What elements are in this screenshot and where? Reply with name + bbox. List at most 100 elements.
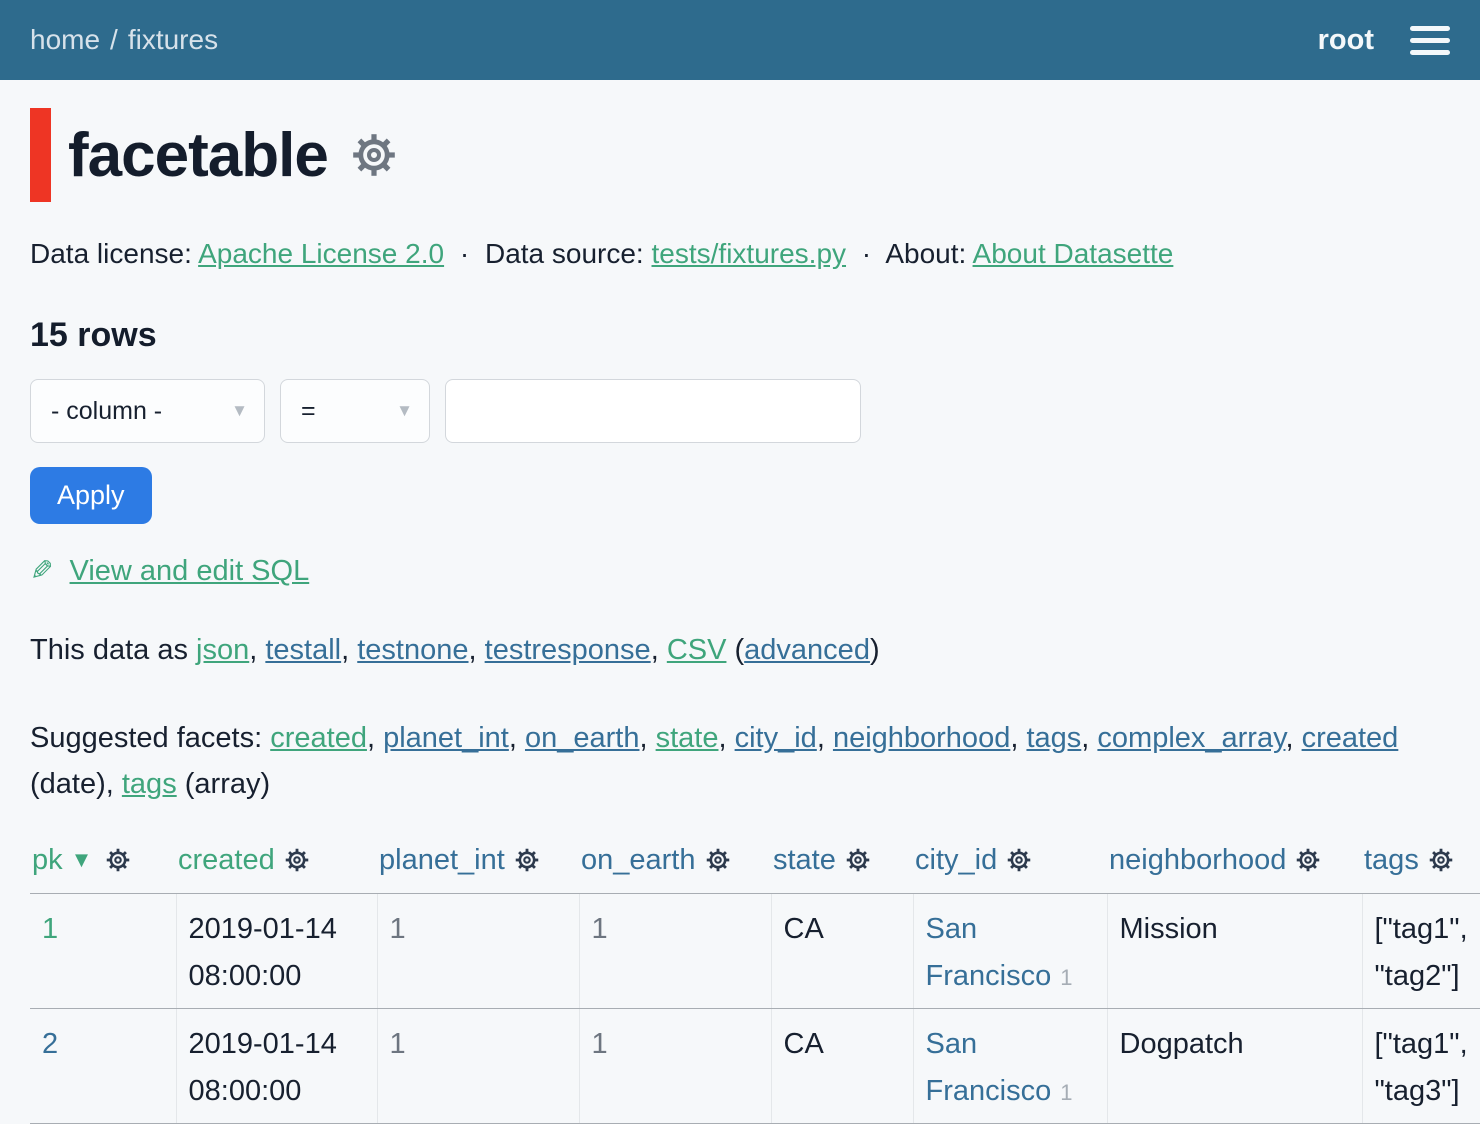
cell-planet-int: 1 bbox=[377, 893, 579, 1008]
page-title: facetable bbox=[68, 120, 328, 191]
column-gear-icon[interactable] bbox=[284, 847, 310, 881]
column-gear-icon[interactable] bbox=[105, 847, 131, 881]
table-header-row: pk ▼ created planet_int on_earth state ci… bbox=[30, 844, 1480, 894]
about-label: About: bbox=[885, 238, 966, 269]
cell-city-id: San Francisco 1 bbox=[913, 893, 1107, 1008]
filter-operator-selected-value: = bbox=[301, 397, 316, 426]
column-header-pk-link[interactable]: pk bbox=[32, 844, 63, 876]
page-title-row: facetable bbox=[30, 108, 1450, 202]
sql-edit-row: ✎ View and edit SQL bbox=[30, 554, 1450, 588]
meta-separator: · bbox=[862, 238, 871, 269]
city-id-number: 1 bbox=[1060, 965, 1072, 990]
breadcrumb-separator: / bbox=[110, 24, 118, 55]
cell-tags: ["tag1", "tag3"] bbox=[1362, 1008, 1480, 1123]
title-accent-bar bbox=[30, 108, 51, 202]
hamburger-menu-icon[interactable] bbox=[1410, 22, 1450, 59]
filter-column-selected-value: - column - bbox=[51, 397, 162, 426]
pencil-icon: ✎ bbox=[30, 554, 53, 587]
city-id-number: 1 bbox=[1060, 1080, 1072, 1105]
meta-separator: · bbox=[460, 238, 469, 269]
column-header-neighborhood: neighborhood bbox=[1107, 844, 1362, 894]
column-header-on-earth: on_earth bbox=[579, 844, 771, 894]
export-link-csv[interactable]: CSV bbox=[667, 634, 727, 666]
table-settings-gear-icon[interactable] bbox=[350, 131, 398, 179]
cell-pk: 1 bbox=[30, 893, 176, 1008]
city-link[interactable]: San Francisco bbox=[926, 1028, 1052, 1107]
breadcrumb-home-link[interactable]: home bbox=[30, 24, 100, 55]
source-link[interactable]: tests/fixtures.py bbox=[652, 238, 847, 269]
source-label: Data source: bbox=[485, 238, 644, 269]
column-gear-icon[interactable] bbox=[1428, 847, 1454, 881]
view-edit-sql-link[interactable]: View and edit SQL bbox=[70, 555, 310, 587]
filter-value-input[interactable] bbox=[445, 379, 861, 443]
column-gear-icon[interactable] bbox=[1006, 847, 1032, 881]
export-link-json[interactable]: json bbox=[196, 634, 249, 666]
column-gear-icon[interactable] bbox=[705, 847, 731, 881]
column-header-tags: tags bbox=[1362, 844, 1480, 894]
column-header-created-link[interactable]: created bbox=[178, 844, 275, 876]
facet-link-planet-int[interactable]: planet_int bbox=[383, 722, 509, 754]
sort-descending-icon: ▼ bbox=[71, 847, 93, 873]
city-link[interactable]: San Francisco bbox=[926, 913, 1052, 992]
facet-link-tags-array[interactable]: tags bbox=[122, 768, 177, 800]
column-header-neighborhood-link[interactable]: neighborhood bbox=[1109, 844, 1286, 876]
export-prefix: This data as bbox=[30, 634, 196, 666]
export-link-testresponse[interactable]: testresponse bbox=[485, 634, 651, 666]
cell-planet-int: 1 bbox=[377, 1008, 579, 1123]
facet-link-created-date[interactable]: created bbox=[1302, 722, 1399, 754]
row-count-heading: 15 rows bbox=[30, 316, 1450, 355]
column-header-state-link[interactable]: state bbox=[773, 844, 836, 876]
column-header-city-id: city_id bbox=[913, 844, 1107, 894]
column-header-state: state bbox=[771, 844, 913, 894]
filter-controls: - column - ▼ = ▼ bbox=[30, 379, 1450, 443]
facet-link-created[interactable]: created bbox=[270, 722, 367, 754]
column-header-planet-int: planet_int bbox=[377, 844, 579, 894]
facets-prefix: Suggested facets: bbox=[30, 722, 270, 754]
dropdown-caret-icon: ▼ bbox=[396, 401, 413, 421]
facet-link-city-id[interactable]: city_id bbox=[735, 722, 817, 754]
license-label: Data license: bbox=[30, 238, 192, 269]
export-link-testall[interactable]: testall bbox=[265, 634, 341, 666]
column-gear-icon[interactable] bbox=[1295, 847, 1321, 881]
suggested-facets-row: Suggested facets: created, planet_int, o… bbox=[30, 715, 1450, 808]
about-link[interactable]: About Datasette bbox=[973, 238, 1174, 269]
filter-column-select[interactable]: - column - ▼ bbox=[30, 379, 265, 443]
license-link[interactable]: Apache License 2.0 bbox=[198, 238, 444, 269]
facet-link-tags[interactable]: tags bbox=[1026, 722, 1081, 754]
export-link-testnone[interactable]: testnone bbox=[357, 634, 468, 666]
table-row: 2 2019-01-14 08:00:00 1 1 CA San Francis… bbox=[30, 1008, 1480, 1123]
column-header-pk: pk ▼ bbox=[30, 844, 176, 894]
export-link-advanced[interactable]: advanced bbox=[744, 634, 870, 666]
column-header-planet-int-link[interactable]: planet_int bbox=[379, 844, 505, 876]
column-gear-icon[interactable] bbox=[845, 847, 871, 881]
column-gear-icon[interactable] bbox=[514, 847, 540, 881]
facet-link-on-earth[interactable]: on_earth bbox=[525, 722, 640, 754]
data-table: pk ▼ created planet_int on_earth state ci… bbox=[30, 844, 1480, 1124]
table-row: 1 2019-01-14 08:00:00 1 1 CA San Francis… bbox=[30, 893, 1480, 1008]
column-header-on-earth-link[interactable]: on_earth bbox=[581, 844, 696, 876]
cell-city-id: San Francisco 1 bbox=[913, 1008, 1107, 1123]
top-navigation-bar: home / fixtures root bbox=[0, 0, 1480, 80]
cell-created: 2019-01-14 08:00:00 bbox=[176, 1008, 377, 1123]
cell-tags: ["tag1", "tag2"] bbox=[1362, 893, 1480, 1008]
facet-link-neighborhood[interactable]: neighborhood bbox=[833, 722, 1010, 754]
column-header-tags-link[interactable]: tags bbox=[1364, 844, 1419, 876]
column-header-created: created bbox=[176, 844, 377, 894]
column-header-city-id-link[interactable]: city_id bbox=[915, 844, 997, 876]
row-pk-link[interactable]: 2 bbox=[42, 1028, 58, 1060]
cell-pk: 2 bbox=[30, 1008, 176, 1123]
filter-operator-select[interactable]: = ▼ bbox=[280, 379, 430, 443]
row-pk-link[interactable]: 1 bbox=[42, 913, 58, 945]
cell-on-earth: 1 bbox=[579, 1008, 771, 1123]
metadata-line: Data license: Apache License 2.0 · Data … bbox=[30, 238, 1450, 270]
cell-state: CA bbox=[771, 1008, 913, 1123]
facet-link-state[interactable]: state bbox=[656, 722, 719, 754]
logged-in-user[interactable]: root bbox=[1318, 24, 1374, 57]
cell-state: CA bbox=[771, 893, 913, 1008]
cell-created: 2019-01-14 08:00:00 bbox=[176, 893, 377, 1008]
breadcrumb-fixtures-link[interactable]: fixtures bbox=[128, 24, 218, 55]
breadcrumb: home / fixtures bbox=[30, 24, 218, 56]
facet-link-complex-array[interactable]: complex_array bbox=[1097, 722, 1285, 754]
cell-on-earth: 1 bbox=[579, 893, 771, 1008]
apply-button[interactable]: Apply bbox=[30, 467, 152, 524]
